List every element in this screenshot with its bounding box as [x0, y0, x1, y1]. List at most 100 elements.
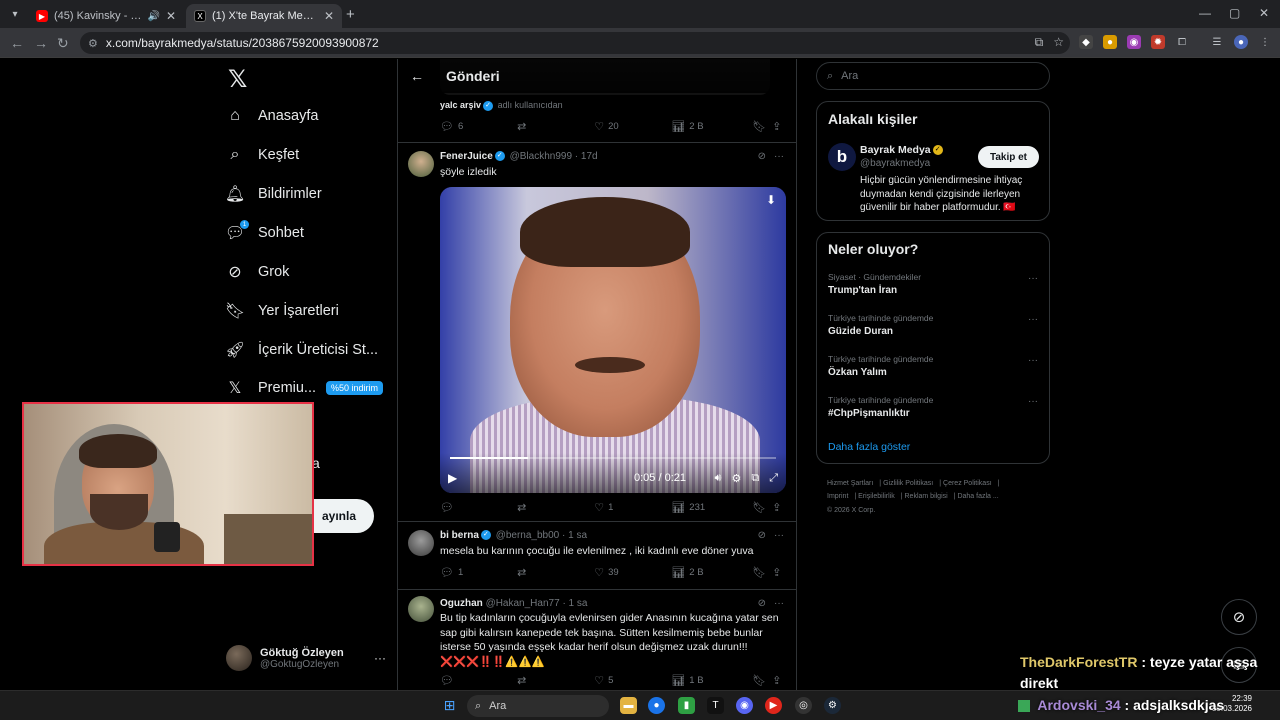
- tab-youtube[interactable]: ▶ (45) Kavinsky - Nightcall (D 🔊 ✕: [28, 4, 184, 28]
- tweet-time[interactable]: · 1 sa: [562, 598, 587, 609]
- nav-grok[interactable]: ⊘ Grok: [226, 257, 289, 287]
- extension-icon[interactable]: ◉: [1127, 35, 1141, 49]
- footer-link[interactable]: Hizmet Şartları: [827, 480, 873, 487]
- volume-icon[interactable]: 🔊︎: [715, 472, 722, 485]
- video-progress-bar[interactable]: [450, 457, 776, 459]
- nav-home[interactable]: ⌂ Anasayfa: [226, 101, 318, 131]
- bookmark-star-icon[interactable]: ☆: [1053, 35, 1064, 50]
- file-explorer-icon[interactable]: ▬: [620, 697, 637, 714]
- speaker-icon[interactable]: 🔊: [147, 11, 159, 22]
- grok-icon[interactable]: ⊘: [758, 598, 766, 609]
- follow-button[interactable]: Takip et: [977, 146, 1039, 168]
- play-icon[interactable]: ▶: [448, 471, 457, 485]
- more-dots-icon[interactable]: ···: [774, 151, 784, 162]
- reply-button[interactable]: 💬︎ 6: [440, 120, 517, 133]
- footer-link[interactable]: Erişilebilirlik: [858, 493, 895, 500]
- footer-link[interactable]: Daha fazla ...: [957, 493, 998, 500]
- minimize-icon[interactable]: —: [1199, 6, 1211, 20]
- author-handle[interactable]: @Blackhn999: [510, 151, 572, 162]
- avatar[interactable]: b: [828, 143, 856, 171]
- views-button[interactable]: 📊︎ 2 B: [671, 566, 752, 579]
- avatar[interactable]: [408, 596, 434, 622]
- nav-bookmarks[interactable]: 🔖︎ Yer İşaretleri: [225, 296, 339, 326]
- avatar[interactable]: [408, 151, 434, 177]
- bookmark-button[interactable]: 🔖︎: [752, 120, 772, 133]
- avatar[interactable]: [408, 530, 434, 556]
- nav-explore[interactable]: ⌕ Keşfet: [226, 140, 300, 170]
- x-logo-icon[interactable]: 𝕏: [228, 65, 247, 94]
- media-player-icon[interactable]: ▶: [765, 697, 782, 714]
- footer-link[interactable]: Gizlilik Politikası: [883, 480, 933, 487]
- reading-list-icon[interactable]: ☰: [1210, 35, 1224, 49]
- bookmark-button[interactable]: 🔖︎: [752, 566, 772, 579]
- related-name[interactable]: Bayrak Medya ✓: [860, 144, 945, 156]
- author-name[interactable]: Oguzhan: [440, 598, 483, 609]
- account-switcher[interactable]: Göktuğ Özleyen @GoktugOzleyen ···: [226, 643, 386, 673]
- share-button[interactable]: ⇪: [772, 120, 786, 133]
- repost-button[interactable]: ⇄: [517, 501, 594, 514]
- reply-button[interactable]: 💬︎: [440, 674, 517, 687]
- tweet[interactable]: FenerJuice ✓ @Blackhn999 · 17d ⊘ ··· şöyl…: [398, 142, 796, 520]
- quoted-source[interactable]: yalc arşiv ✓ adlı kullanıcıdan: [440, 100, 563, 111]
- nav-notifications[interactable]: 🔔︎ Bildirimler: [225, 179, 322, 209]
- search-input[interactable]: ⌕ Ara: [816, 62, 1050, 90]
- video-player[interactable]: ⬇ ▶ 0:05 / 0:21 🔊︎ ⚙ ⧉ ⤢: [440, 187, 786, 493]
- author-name[interactable]: bi berna: [440, 530, 479, 541]
- site-info-icon[interactable]: ⚙: [88, 37, 98, 50]
- share-button[interactable]: ⇪: [772, 501, 786, 514]
- show-more-link[interactable]: Daha fazla göster: [828, 441, 910, 453]
- taskbar-search[interactable]: ⌕ Ara: [467, 695, 609, 717]
- trend-item[interactable]: Siyaset · Gündemdekiler Trump'tan İran ·…: [828, 272, 1038, 296]
- maximize-icon[interactable]: ▢: [1229, 6, 1240, 20]
- extension-icon[interactable]: ✹: [1151, 35, 1165, 49]
- footer-link[interactable]: Imprint: [827, 493, 848, 500]
- back-arrow-icon[interactable]: ←: [410, 68, 424, 84]
- close-tab-icon[interactable]: ✕: [324, 9, 334, 23]
- views-button[interactable]: 📊︎ 1 B: [671, 674, 752, 687]
- nav-chat[interactable]: 💬︎ 1 Sohbet: [225, 218, 304, 248]
- nav-premium[interactable]: 𝕏 Premiu... %50 indirim: [226, 373, 384, 403]
- grok-icon[interactable]: ⊘: [758, 151, 766, 162]
- back-arrow-icon[interactable]: ←: [10, 35, 24, 51]
- obs-icon[interactable]: ◎: [795, 697, 812, 714]
- bookmark-button[interactable]: 🔖︎: [752, 501, 772, 514]
- discord-icon[interactable]: ◉: [736, 697, 753, 714]
- trend-item[interactable]: Türkiye tarihinde gündemde #ChpPişmanlık…: [828, 395, 1038, 419]
- windows-start-icon[interactable]: ⊞: [441, 697, 458, 714]
- download-icon[interactable]: ⬇: [764, 193, 778, 207]
- footer-link[interactable]: Çerez Politikası: [943, 480, 992, 487]
- close-tab-icon[interactable]: ✕: [166, 9, 176, 23]
- tweet-time[interactable]: · 17d: [575, 151, 598, 162]
- grok-fab-icon[interactable]: ⊘: [1221, 599, 1257, 635]
- app-icon[interactable]: ▮: [678, 697, 695, 714]
- like-button[interactable]: ♡ 5: [594, 674, 671, 687]
- tradingview-icon[interactable]: T: [707, 697, 724, 714]
- footer-link[interactable]: Reklam bilgisi: [905, 493, 948, 500]
- close-window-icon[interactable]: ✕: [1259, 6, 1269, 20]
- more-dots-icon[interactable]: ···: [774, 598, 784, 609]
- views-button[interactable]: 📊︎ 231: [671, 501, 752, 514]
- reply-button[interactable]: 💬︎ 1: [440, 566, 517, 579]
- reply-button[interactable]: 💬︎: [440, 501, 517, 514]
- settings-gear-icon[interactable]: ⚙: [731, 472, 741, 485]
- address-bar[interactable]: ⚙ x.com/bayrakmedya/status/2038675920093…: [80, 32, 1070, 54]
- tab-search-icon[interactable]: ▾: [6, 5, 24, 23]
- repost-button[interactable]: ⇄: [517, 674, 594, 687]
- bookmark-button[interactable]: 🔖︎: [752, 674, 772, 687]
- new-tab-button[interactable]: +: [346, 6, 355, 23]
- extension-icon[interactable]: ●: [1103, 35, 1117, 49]
- extension-icon[interactable]: ◆: [1079, 35, 1093, 49]
- views-button[interactable]: 📊︎ 2 B: [671, 120, 752, 133]
- repost-button[interactable]: ⇄: [517, 566, 594, 579]
- like-button[interactable]: ♡ 39: [594, 566, 671, 579]
- related-handle[interactable]: @bayrakmedya: [860, 158, 930, 169]
- reload-icon[interactable]: ↻: [57, 35, 69, 52]
- nav-creator-studio[interactable]: 🚀︎ İçerik Üreticisi St...: [225, 335, 378, 365]
- author-handle[interactable]: @Hakan_Han77: [486, 598, 560, 609]
- share-button[interactable]: ⇪: [772, 566, 786, 579]
- trend-item[interactable]: Türkiye tarihinde gündemde Güzide Duran …: [828, 313, 1038, 337]
- repost-button[interactable]: ⇄: [517, 120, 594, 133]
- trend-item[interactable]: Türkiye tarihinde gündemde Özkan Yalım ·…: [828, 354, 1038, 378]
- more-dots-icon[interactable]: ···: [1028, 355, 1038, 366]
- tweet[interactable]: bi berna ✓ @berna_bb00 · 1 sa ⊘ ··· mesel…: [398, 521, 796, 589]
